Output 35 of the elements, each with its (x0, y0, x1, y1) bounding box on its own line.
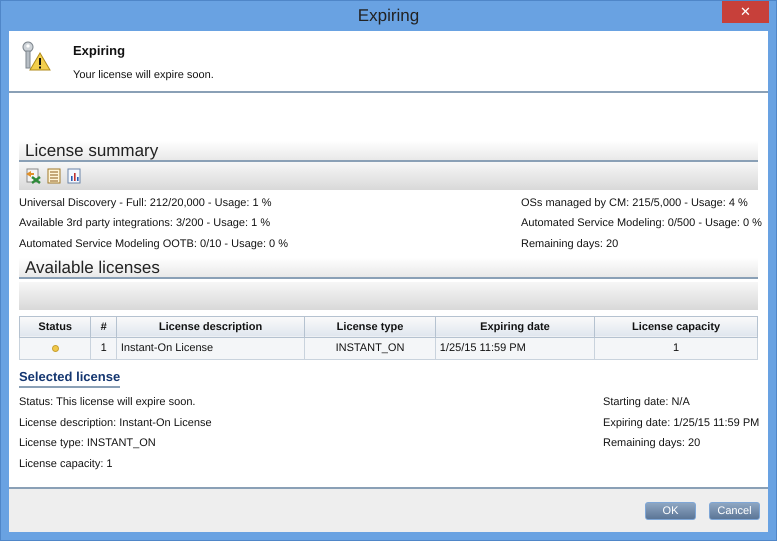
summary-line: Available 3rd party integrations: 3/200 - Usage: 1 % (19, 216, 272, 232)
column-header[interactable]: # (90, 316, 116, 338)
summary-line: Automated Service Modeling OOTB: 0/10 - Usage: 0 % (19, 236, 288, 252)
column-header[interactable]: License capacity (594, 316, 758, 338)
summary-line: Universal Discovery - Full: 212/20,000 - Usage: 1 % (19, 196, 272, 211)
detail-line: Remaining days: 20 (603, 436, 702, 452)
section-heading: Selected license (19, 366, 120, 388)
close-button[interactable]: ✕ (722, 1, 769, 23)
export-excel-icon[interactable] (25, 168, 41, 184)
column-header[interactable]: Expiring date (435, 316, 595, 338)
detail-line: Starting date: N/A (603, 395, 691, 410)
list-icon[interactable] (47, 168, 61, 184)
table-cell: 1/25/15 11:59 PM (435, 338, 595, 360)
section-heading: License summary (19, 140, 758, 162)
detail-line: License description: Instant-On License (19, 416, 212, 431)
header-title: Expiring (73, 42, 126, 60)
key-warning-icon (21, 41, 51, 71)
column-header[interactable]: Status (20, 316, 91, 338)
detail-line: Expiring date: 1/25/15 11:59 PM (603, 416, 758, 431)
detail-line: License type: INSTANT_ON (19, 436, 157, 452)
summary-line: OSs managed by CM: 215/5,000 - Usage: 4 % (521, 196, 749, 211)
header-message: Your license will expire soon. (73, 68, 214, 82)
report-chart-icon[interactable] (67, 168, 81, 184)
column-header[interactable]: License description (116, 316, 305, 338)
detail-line: Status: This license will expire soon. (19, 395, 196, 410)
detail-line: License capacity: 1 (19, 456, 114, 472)
summary-line: Remaining days: 20 (521, 236, 620, 252)
column-header[interactable]: License type (304, 316, 436, 338)
window-title: Expiring (358, 5, 420, 28)
table-cell: Instant-On License (116, 338, 305, 360)
table-cell: 1 (594, 338, 758, 360)
table-cell: INSTANT_ON (304, 338, 436, 360)
table-cell: 1 (90, 338, 116, 360)
status-dot-icon (52, 344, 59, 352)
section-heading: Available licenses (19, 257, 758, 279)
